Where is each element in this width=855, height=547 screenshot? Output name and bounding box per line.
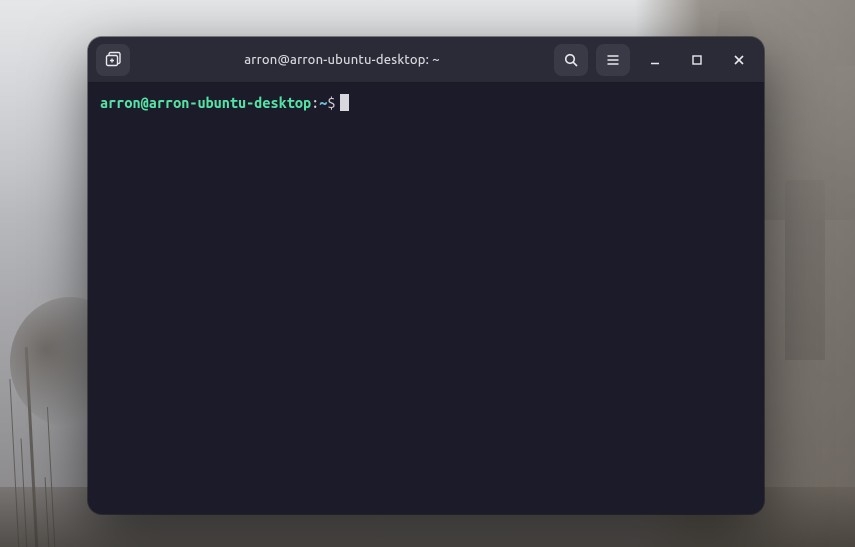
- minimize-button[interactable]: [638, 44, 672, 76]
- terminal-body[interactable]: arron@arron-ubuntu-desktop:~$: [88, 83, 764, 514]
- maximize-icon: [690, 53, 704, 67]
- window-title: arron@arron-ubuntu-desktop: ~: [136, 53, 548, 67]
- maximize-button[interactable]: [680, 44, 714, 76]
- hamburger-menu-icon: [605, 52, 621, 68]
- prompt-cwd: ~: [319, 93, 327, 113]
- menu-button[interactable]: [596, 44, 630, 76]
- new-tab-icon: [104, 51, 122, 69]
- close-button[interactable]: [722, 44, 756, 76]
- prompt-line: arron@arron-ubuntu-desktop:~$: [100, 93, 752, 113]
- prompt-symbol: $: [327, 93, 335, 113]
- search-button[interactable]: [554, 44, 588, 76]
- new-tab-button[interactable]: [96, 44, 130, 76]
- minimize-icon: [648, 53, 662, 67]
- prompt-colon: :: [311, 93, 319, 113]
- terminal-window: arron@arron-ubuntu-desktop: ~: [88, 37, 764, 514]
- titlebar[interactable]: arron@arron-ubuntu-desktop: ~: [88, 37, 764, 83]
- search-icon: [563, 52, 579, 68]
- prompt-user-host: arron@arron-ubuntu-desktop: [100, 93, 311, 113]
- close-icon: [732, 53, 746, 67]
- terminal-cursor: [340, 94, 349, 111]
